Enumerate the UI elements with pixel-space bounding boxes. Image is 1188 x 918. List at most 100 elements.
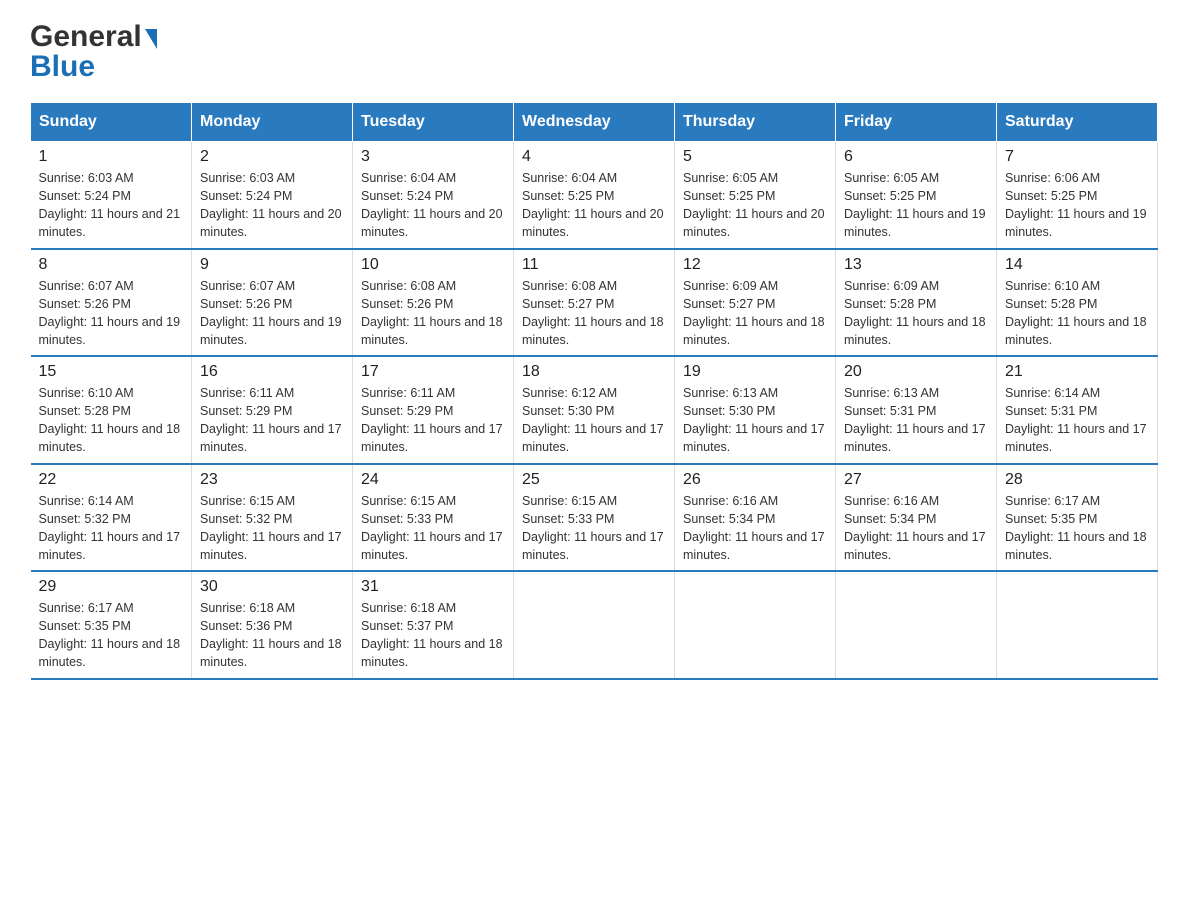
day-info: Sunrise: 6:05 AMSunset: 5:25 PMDaylight:… (683, 169, 827, 242)
header-day-thursday: Thursday (675, 103, 836, 142)
calendar-cell (836, 571, 997, 679)
calendar-cell: 22 Sunrise: 6:14 AMSunset: 5:32 PMDaylig… (31, 464, 192, 572)
calendar-cell: 15 Sunrise: 6:10 AMSunset: 5:28 PMDaylig… (31, 356, 192, 464)
calendar-cell: 13 Sunrise: 6:09 AMSunset: 5:28 PMDaylig… (836, 249, 997, 357)
day-info: Sunrise: 6:13 AMSunset: 5:31 PMDaylight:… (844, 384, 988, 457)
calendar-cell: 23 Sunrise: 6:15 AMSunset: 5:32 PMDaylig… (192, 464, 353, 572)
calendar-cell: 18 Sunrise: 6:12 AMSunset: 5:30 PMDaylig… (514, 356, 675, 464)
page-header: General Blue (30, 20, 1158, 84)
day-info: Sunrise: 6:17 AMSunset: 5:35 PMDaylight:… (1005, 492, 1149, 565)
calendar-cell: 24 Sunrise: 6:15 AMSunset: 5:33 PMDaylig… (353, 464, 514, 572)
day-info: Sunrise: 6:16 AMSunset: 5:34 PMDaylight:… (844, 492, 988, 565)
day-number: 15 (39, 363, 184, 381)
calendar-cell: 12 Sunrise: 6:09 AMSunset: 5:27 PMDaylig… (675, 249, 836, 357)
calendar-cell: 20 Sunrise: 6:13 AMSunset: 5:31 PMDaylig… (836, 356, 997, 464)
day-number: 20 (844, 363, 988, 381)
calendar-cell (514, 571, 675, 679)
calendar-cell: 9 Sunrise: 6:07 AMSunset: 5:26 PMDayligh… (192, 249, 353, 357)
day-info: Sunrise: 6:08 AMSunset: 5:27 PMDaylight:… (522, 277, 666, 350)
logo-general-text: General (30, 20, 142, 54)
day-number: 4 (522, 148, 666, 166)
calendar-cell: 6 Sunrise: 6:05 AMSunset: 5:25 PMDayligh… (836, 142, 997, 249)
day-number: 6 (844, 148, 988, 166)
day-number: 11 (522, 256, 666, 274)
day-info: Sunrise: 6:07 AMSunset: 5:26 PMDaylight:… (39, 277, 184, 350)
calendar-cell (997, 571, 1158, 679)
day-info: Sunrise: 6:17 AMSunset: 5:35 PMDaylight:… (39, 599, 184, 672)
calendar-cell: 2 Sunrise: 6:03 AMSunset: 5:24 PMDayligh… (192, 142, 353, 249)
calendar-cell: 29 Sunrise: 6:17 AMSunset: 5:35 PMDaylig… (31, 571, 192, 679)
day-number: 13 (844, 256, 988, 274)
day-number: 7 (1005, 148, 1149, 166)
calendar-cell: 8 Sunrise: 6:07 AMSunset: 5:26 PMDayligh… (31, 249, 192, 357)
header-day-saturday: Saturday (997, 103, 1158, 142)
day-info: Sunrise: 6:18 AMSunset: 5:37 PMDaylight:… (361, 599, 505, 672)
day-info: Sunrise: 6:04 AMSunset: 5:25 PMDaylight:… (522, 169, 666, 242)
calendar-cell: 27 Sunrise: 6:16 AMSunset: 5:34 PMDaylig… (836, 464, 997, 572)
calendar-cell: 11 Sunrise: 6:08 AMSunset: 5:27 PMDaylig… (514, 249, 675, 357)
day-info: Sunrise: 6:10 AMSunset: 5:28 PMDaylight:… (1005, 277, 1149, 350)
calendar-cell: 25 Sunrise: 6:15 AMSunset: 5:33 PMDaylig… (514, 464, 675, 572)
day-number: 14 (1005, 256, 1149, 274)
day-number: 23 (200, 471, 344, 489)
calendar-cell: 21 Sunrise: 6:14 AMSunset: 5:31 PMDaylig… (997, 356, 1158, 464)
day-number: 21 (1005, 363, 1149, 381)
day-number: 18 (522, 363, 666, 381)
calendar-cell: 26 Sunrise: 6:16 AMSunset: 5:34 PMDaylig… (675, 464, 836, 572)
calendar-cell: 31 Sunrise: 6:18 AMSunset: 5:37 PMDaylig… (353, 571, 514, 679)
calendar-cell: 5 Sunrise: 6:05 AMSunset: 5:25 PMDayligh… (675, 142, 836, 249)
day-number: 16 (200, 363, 344, 381)
day-number: 25 (522, 471, 666, 489)
calendar-cell: 1 Sunrise: 6:03 AMSunset: 5:24 PMDayligh… (31, 142, 192, 249)
day-info: Sunrise: 6:07 AMSunset: 5:26 PMDaylight:… (200, 277, 344, 350)
day-info: Sunrise: 6:11 AMSunset: 5:29 PMDaylight:… (361, 384, 505, 457)
calendar-cell: 7 Sunrise: 6:06 AMSunset: 5:25 PMDayligh… (997, 142, 1158, 249)
day-info: Sunrise: 6:13 AMSunset: 5:30 PMDaylight:… (683, 384, 827, 457)
day-info: Sunrise: 6:11 AMSunset: 5:29 PMDaylight:… (200, 384, 344, 457)
day-info: Sunrise: 6:09 AMSunset: 5:27 PMDaylight:… (683, 277, 827, 350)
day-info: Sunrise: 6:09 AMSunset: 5:28 PMDaylight:… (844, 277, 988, 350)
calendar-cell: 3 Sunrise: 6:04 AMSunset: 5:24 PMDayligh… (353, 142, 514, 249)
calendar-cell (675, 571, 836, 679)
day-info: Sunrise: 6:15 AMSunset: 5:32 PMDaylight:… (200, 492, 344, 565)
calendar-cell: 30 Sunrise: 6:18 AMSunset: 5:36 PMDaylig… (192, 571, 353, 679)
header-day-friday: Friday (836, 103, 997, 142)
day-number: 31 (361, 578, 505, 596)
calendar-cell: 19 Sunrise: 6:13 AMSunset: 5:30 PMDaylig… (675, 356, 836, 464)
day-info: Sunrise: 6:06 AMSunset: 5:25 PMDaylight:… (1005, 169, 1149, 242)
day-info: Sunrise: 6:15 AMSunset: 5:33 PMDaylight:… (522, 492, 666, 565)
header-day-sunday: Sunday (31, 103, 192, 142)
day-number: 1 (39, 148, 184, 166)
calendar-cell: 17 Sunrise: 6:11 AMSunset: 5:29 PMDaylig… (353, 356, 514, 464)
day-info: Sunrise: 6:14 AMSunset: 5:31 PMDaylight:… (1005, 384, 1149, 457)
day-number: 5 (683, 148, 827, 166)
calendar-cell: 28 Sunrise: 6:17 AMSunset: 5:35 PMDaylig… (997, 464, 1158, 572)
calendar-cell: 4 Sunrise: 6:04 AMSunset: 5:25 PMDayligh… (514, 142, 675, 249)
day-info: Sunrise: 6:03 AMSunset: 5:24 PMDaylight:… (200, 169, 344, 242)
logo: General Blue (30, 20, 157, 84)
header-day-wednesday: Wednesday (514, 103, 675, 142)
header-day-tuesday: Tuesday (353, 103, 514, 142)
calendar-cell: 16 Sunrise: 6:11 AMSunset: 5:29 PMDaylig… (192, 356, 353, 464)
day-number: 27 (844, 471, 988, 489)
logo-arrow-icon (145, 29, 157, 49)
calendar-week-row: 22 Sunrise: 6:14 AMSunset: 5:32 PMDaylig… (31, 464, 1158, 572)
calendar-week-row: 15 Sunrise: 6:10 AMSunset: 5:28 PMDaylig… (31, 356, 1158, 464)
day-info: Sunrise: 6:10 AMSunset: 5:28 PMDaylight:… (39, 384, 184, 457)
calendar-table: SundayMondayTuesdayWednesdayThursdayFrid… (30, 102, 1158, 680)
day-info: Sunrise: 6:05 AMSunset: 5:25 PMDaylight:… (844, 169, 988, 242)
header-day-monday: Monday (192, 103, 353, 142)
day-info: Sunrise: 6:08 AMSunset: 5:26 PMDaylight:… (361, 277, 505, 350)
day-number: 26 (683, 471, 827, 489)
day-info: Sunrise: 6:18 AMSunset: 5:36 PMDaylight:… (200, 599, 344, 672)
day-info: Sunrise: 6:15 AMSunset: 5:33 PMDaylight:… (361, 492, 505, 565)
day-number: 29 (39, 578, 184, 596)
day-info: Sunrise: 6:16 AMSunset: 5:34 PMDaylight:… (683, 492, 827, 565)
calendar-cell: 14 Sunrise: 6:10 AMSunset: 5:28 PMDaylig… (997, 249, 1158, 357)
calendar-week-row: 1 Sunrise: 6:03 AMSunset: 5:24 PMDayligh… (31, 142, 1158, 249)
day-number: 12 (683, 256, 827, 274)
calendar-week-row: 29 Sunrise: 6:17 AMSunset: 5:35 PMDaylig… (31, 571, 1158, 679)
logo-blue-text: Blue (30, 50, 157, 84)
day-number: 22 (39, 471, 184, 489)
day-info: Sunrise: 6:14 AMSunset: 5:32 PMDaylight:… (39, 492, 184, 565)
